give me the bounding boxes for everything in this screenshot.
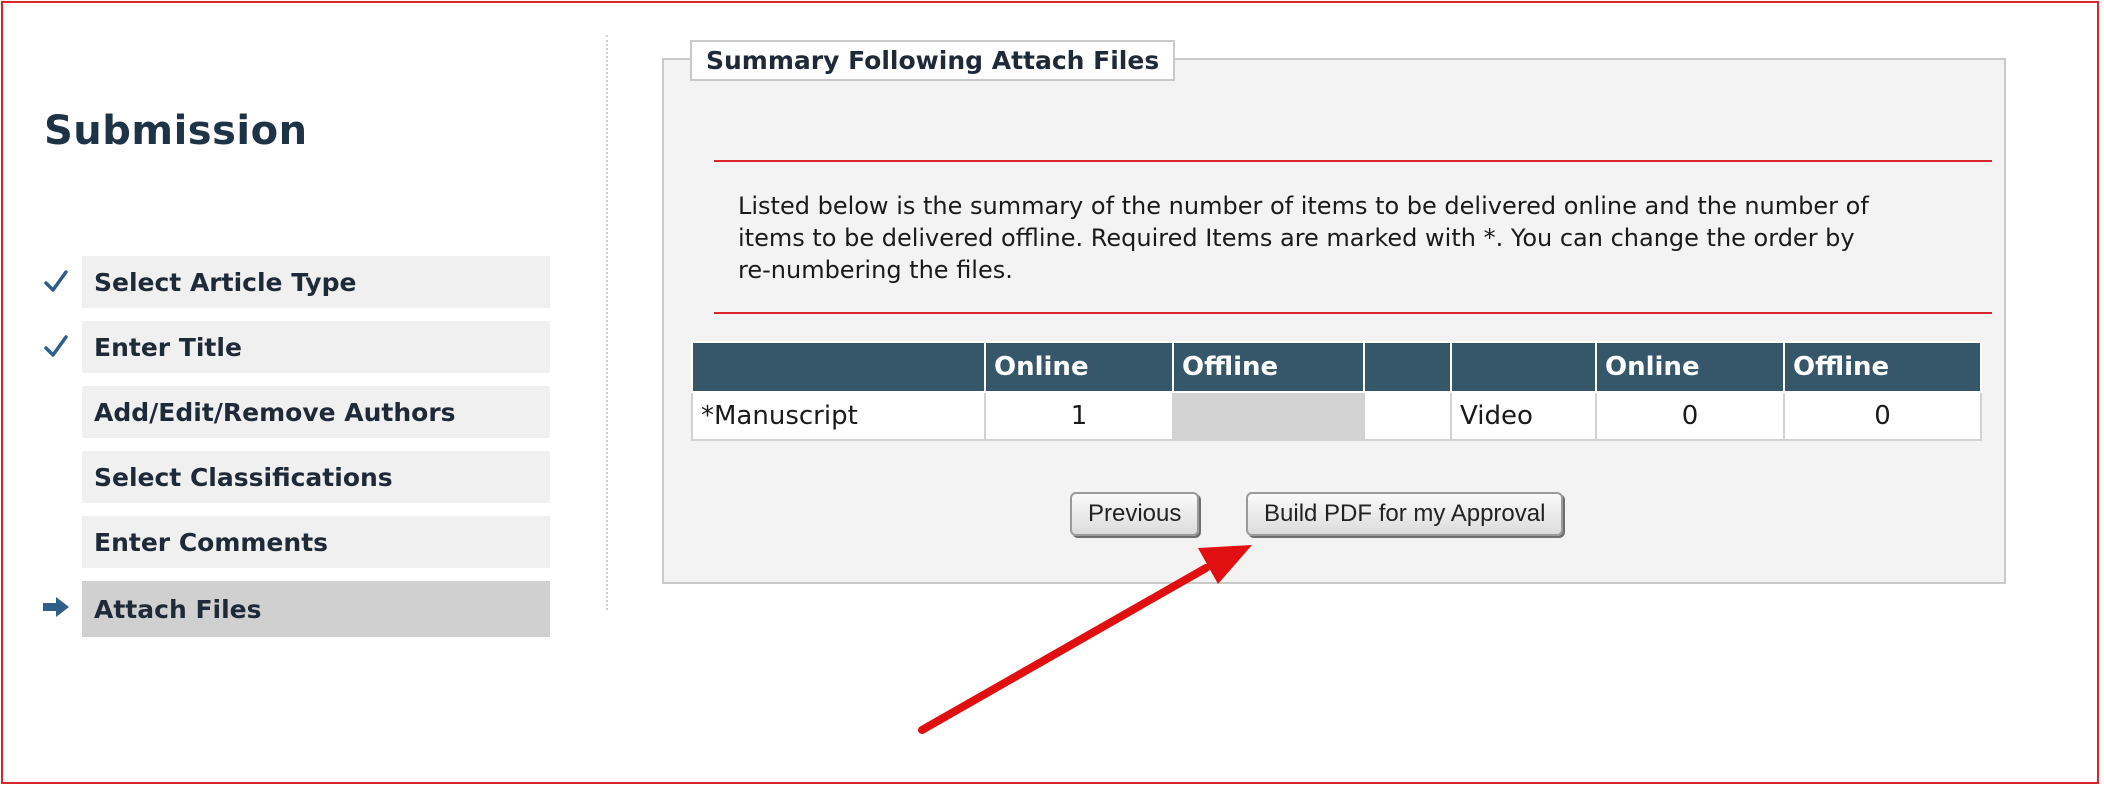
online-count-cell: 0 <box>1595 391 1785 441</box>
column-header: Offline <box>1172 341 1365 393</box>
previous-button[interactable]: Previous <box>1070 492 1200 536</box>
step-label: Enter Comments <box>94 527 329 557</box>
column-header <box>691 341 986 393</box>
summary-title: Summary Following Attach Files <box>690 40 1176 81</box>
item-name-cell: *Manuscript <box>691 391 986 441</box>
step-select-article-type[interactable]: Select Article Type <box>30 256 550 308</box>
column-header <box>1450 341 1597 393</box>
table-header-row: Online Offline Online Offline <box>691 341 1982 393</box>
online-count-cell: 1 <box>984 391 1174 441</box>
build-pdf-button[interactable]: Build PDF for my Approval <box>1246 492 1564 536</box>
column-header: Online <box>1595 341 1785 393</box>
step-enter-comments[interactable]: Enter Comments <box>30 516 550 568</box>
arrow-right-icon <box>30 581 82 633</box>
item-name-cell: Video <box>1450 391 1597 441</box>
step-label: Select Article Type <box>94 267 357 297</box>
step-label: Add/Edit/Remove Authors <box>94 397 456 427</box>
step-label: Attach Files <box>94 594 262 624</box>
checkmark-icon <box>30 256 82 308</box>
column-header: Offline <box>1783 341 1982 393</box>
step-select-classifications[interactable]: Select Classifications <box>30 451 550 503</box>
instructions-text: Listed below is the summary of the numbe… <box>738 192 1869 284</box>
step-attach-files[interactable]: Attach Files <box>30 581 550 637</box>
column-header <box>1363 341 1452 393</box>
submission-steps: Select Article Type Enter Title Add/Edit… <box>30 256 550 646</box>
offline-count-cell: 0 <box>1783 391 1982 441</box>
checkmark-icon <box>30 321 82 373</box>
step-label: Select Classifications <box>94 462 393 492</box>
vertical-divider <box>606 35 608 610</box>
spacer-cell <box>1363 391 1452 441</box>
step-add-edit-remove-authors[interactable]: Add/Edit/Remove Authors <box>30 386 550 438</box>
items-summary-table: Online Offline Online Offline *Manuscrip… <box>691 341 1982 441</box>
step-label: Enter Title <box>94 332 242 362</box>
table-row: *Manuscript 1 Video 0 0 <box>691 391 1982 441</box>
page-title: Submission <box>44 108 308 154</box>
column-header: Online <box>984 341 1174 393</box>
summary-panel: Summary Following Attach Files Listed be… <box>662 40 2006 584</box>
instructions-block: Listed below is the summary of the numbe… <box>714 160 1992 314</box>
offline-count-cell <box>1172 391 1365 441</box>
step-enter-title[interactable]: Enter Title <box>30 321 550 373</box>
